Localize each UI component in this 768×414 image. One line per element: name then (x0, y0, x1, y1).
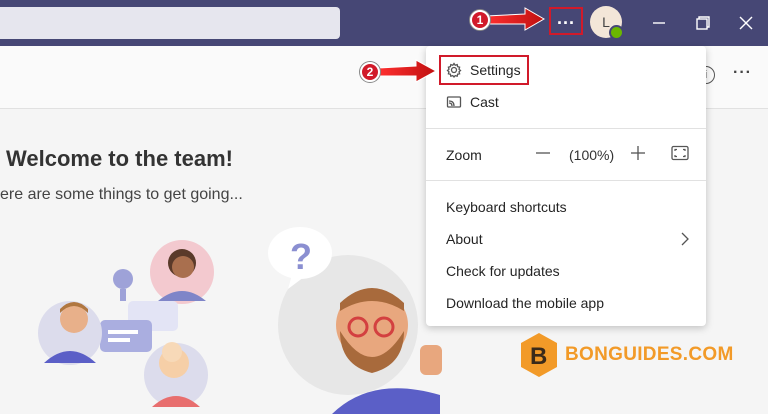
step-badge-2: 2 (360, 62, 380, 82)
watermark-logo-icon: B (521, 333, 557, 377)
step-badge-2-label: 2 (366, 65, 374, 79)
watermark: B BONGUIDES.COM (519, 332, 734, 378)
arrow-step2-icon (377, 59, 438, 83)
step-badge-1-label: 1 (476, 13, 484, 27)
watermark-text: BONGUIDES.COM (565, 344, 734, 365)
watermark-logo-letter: B (530, 343, 547, 370)
arrow-step1-icon (485, 7, 545, 31)
step-badge-1: 1 (470, 10, 490, 30)
